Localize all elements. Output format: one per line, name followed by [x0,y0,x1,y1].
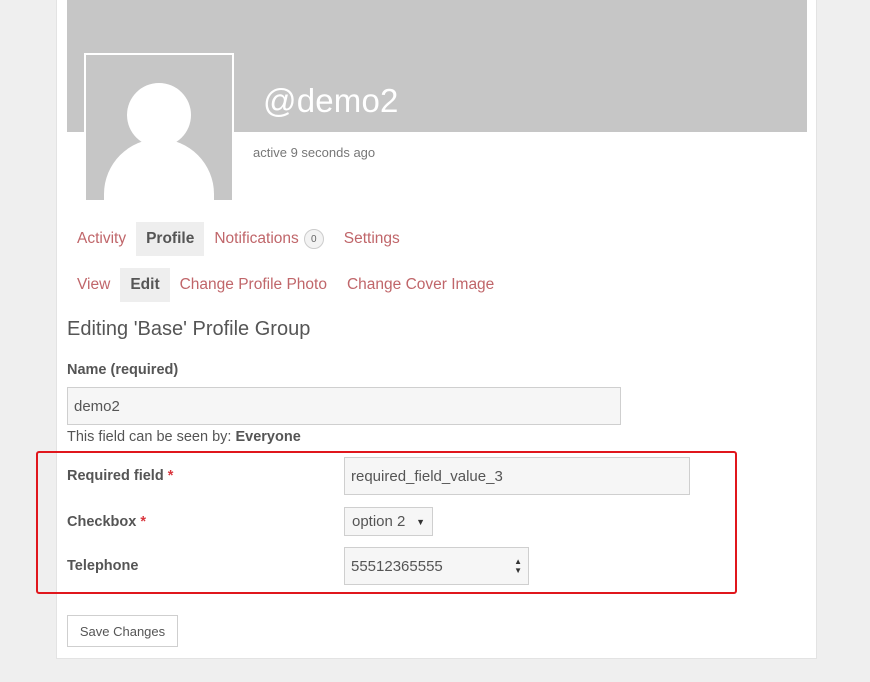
required-field-input[interactable] [344,457,690,495]
avatar [84,53,234,202]
last-active-text: active 9 seconds ago [253,145,376,160]
subnav-change-profile-photo[interactable]: Change Profile Photo [170,268,337,302]
dropdown-arrow-icon: ▼ [416,516,425,527]
checkbox-label-text: Checkbox [67,514,137,530]
nav-notifications-label: Notifications [214,230,299,247]
required-field-label: Required field * [67,468,173,484]
visibility-note: This field can be seen by: Everyone [67,429,301,445]
telephone-label: Telephone [67,558,139,574]
checkbox-select-value: option 2 [352,513,406,530]
notifications-count-badge: 0 [303,229,324,249]
visibility-prefix: This field can be seen by: [67,429,236,445]
name-label: Name (required) [67,362,179,378]
telephone-value: 55512365555 [351,557,443,575]
required-marker: * [140,514,146,530]
avatar-head-shape [127,83,191,147]
profile-subnav: View Edit Change Profile Photo Change Co… [67,268,504,302]
telephone-input[interactable]: 55512365555 ▲ ▼ [344,547,529,585]
profile-page: @demo2 active 9 seconds ago Activity Pro… [36,0,817,659]
profile-nav: Activity Profile Notifications 0 Setting… [67,222,410,256]
subnav-view[interactable]: View [67,268,120,302]
nav-activity[interactable]: Activity [67,222,136,256]
number-spinner-icon[interactable]: ▲ ▼ [514,557,522,575]
name-input[interactable] [67,387,621,425]
required-field-label-text: Required field [67,468,164,484]
checkbox-label: Checkbox * [67,514,146,530]
nav-notifications[interactable]: Notifications 0 [204,222,333,256]
save-changes-button[interactable]: Save Changes [67,615,178,647]
nav-settings[interactable]: Settings [334,222,410,256]
subnav-change-cover-image[interactable]: Change Cover Image [337,268,504,302]
profile-username: @demo2 [263,82,399,119]
required-marker: * [167,468,174,484]
form-title: Editing 'Base' Profile Group [67,318,311,340]
avatar-body-shape [104,139,214,200]
subnav-edit[interactable]: Edit [120,268,170,302]
checkbox-select[interactable]: option 2 ▼ [344,507,433,536]
nav-profile[interactable]: Profile [136,222,205,256]
visibility-value: Everyone [235,429,301,445]
